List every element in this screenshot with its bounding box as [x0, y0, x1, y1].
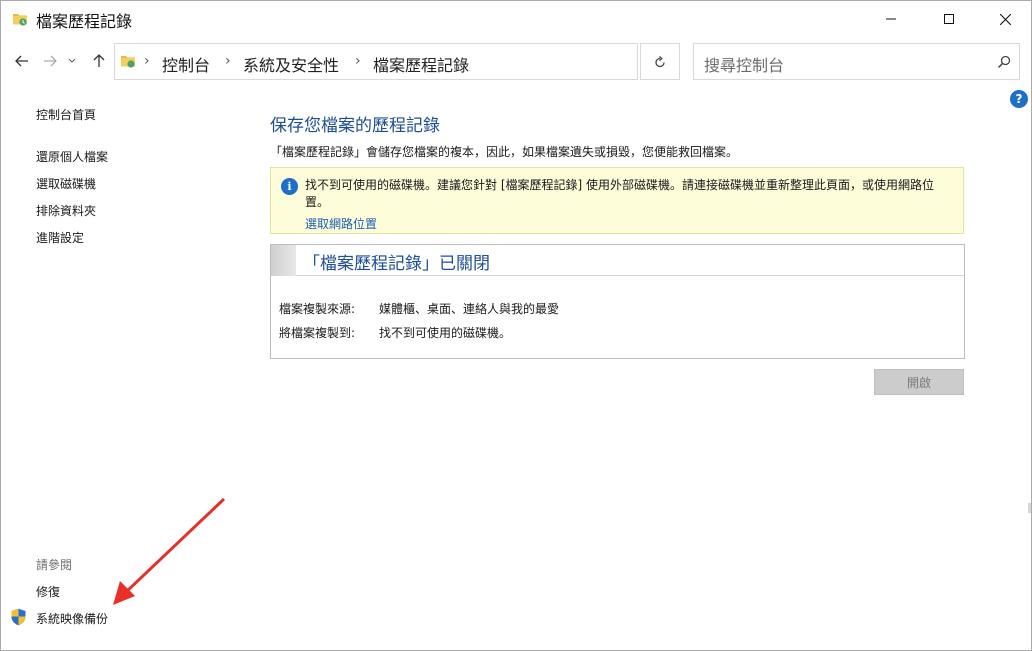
info-bar: i 找不到可使用的磁碟機。建議您針對 [檔案歷程記錄] 使用外部磁碟機。請連接磁… — [270, 167, 964, 234]
resize-grip[interactable] — [1028, 503, 1031, 513]
back-arrow-icon — [15, 55, 28, 67]
file-history-window: 檔案歷程記錄 › 控制台 › 系統及安全性 › 檔案歷程記錄 搜尋控制台 ? 控… — [0, 0, 1032, 651]
select-network-location-link[interactable]: 選取網路位置 — [305, 215, 377, 232]
file-history-icon — [13, 14, 27, 26]
search-placeholder: 搜尋控制台 — [704, 56, 785, 75]
copy-to-label: 將檔案複製到: — [279, 326, 356, 340]
copy-to-value: 找不到可使用的磁碟機。 — [379, 326, 512, 340]
status-panel: 「檔案歷程記錄」已關閉 檔案複製來源: 媒體櫃、桌面、連絡人與我的最愛 將檔案複… — [270, 244, 965, 359]
close-icon — [999, 13, 1011, 25]
status-panel-accent — [271, 245, 296, 276]
refresh-button[interactable] — [640, 43, 680, 80]
copy-from-value: 媒體櫃、桌面、連絡人與我的最愛 — [379, 302, 560, 316]
page-title: 保存您檔案的歷程記錄 — [270, 116, 440, 136]
breadcrumb-separator[interactable]: › — [225, 53, 231, 69]
search-icon[interactable] — [997, 55, 1011, 69]
address-bar[interactable]: › 控制台 › 系統及安全性 › 檔案歷程記錄 — [114, 43, 730, 80]
recent-locations-button[interactable] — [65, 51, 79, 71]
nav-select-drive[interactable]: 選取磁碟機 — [36, 175, 96, 192]
breadcrumb-control-panel[interactable]: 控制台 — [162, 52, 210, 76]
navigation-bar: › 控制台 › 系統及安全性 › 檔案歷程記錄 搜尋控制台 — [1, 41, 1031, 83]
nav-restore-personal-files[interactable]: 還原個人檔案 — [36, 148, 108, 165]
minimize-icon — [886, 18, 896, 20]
status-title: 「檔案歷程記錄」已關閉 — [303, 254, 490, 274]
info-icon: i — [281, 178, 298, 195]
status-panel-header: 「檔案歷程記錄」已關閉 — [271, 245, 964, 276]
breadcrumb-separator[interactable]: › — [355, 53, 361, 69]
nav-recovery[interactable]: 修復 — [36, 583, 60, 600]
close-button[interactable] — [982, 1, 1028, 37]
forward-button[interactable] — [40, 51, 60, 71]
help-button[interactable]: ? — [1010, 90, 1028, 108]
refresh-icon — [655, 56, 665, 68]
back-button[interactable] — [12, 51, 32, 71]
nav-control-panel-home[interactable]: 控制台首頁 — [36, 106, 96, 123]
control-panel-icon — [121, 56, 135, 68]
title-bar: 檔案歷程記錄 — [1, 1, 1031, 37]
forward-arrow-icon — [44, 55, 57, 67]
breadcrumb-separator: › — [144, 53, 150, 69]
page-description: 「檔案歷程記錄」會儲存您檔案的複本，因此，如果檔案遺失或損毀，您便能救回檔案。 — [270, 145, 739, 159]
info-message: 找不到可使用的磁碟機。建議您針對 [檔案歷程記錄] 使用外部磁碟機。請連接磁碟機… — [305, 178, 934, 209]
minimize-button[interactable] — [868, 1, 914, 37]
see-also-heading: 請參閱 — [36, 558, 73, 572]
maximize-icon — [944, 14, 954, 24]
up-arrow-icon — [93, 54, 105, 67]
up-button[interactable] — [89, 51, 109, 71]
turn-on-button[interactable]: 開啟 — [874, 369, 964, 395]
nav-advanced-settings[interactable]: 進階設定 — [36, 229, 84, 246]
search-input[interactable]: 搜尋控制台 — [693, 43, 1020, 80]
chevron-down-icon — [68, 58, 76, 63]
copy-from-label: 檔案複製來源: — [279, 302, 356, 316]
window-title: 檔案歷程記錄 — [36, 12, 133, 31]
breadcrumb-file-history[interactable]: 檔案歷程記錄 — [373, 52, 469, 76]
maximize-button[interactable] — [926, 1, 972, 37]
breadcrumb-system-security[interactable]: 系統及安全性 — [243, 52, 339, 76]
shield-icon — [11, 608, 26, 626]
nav-exclude-folders[interactable]: 排除資料夾 — [36, 202, 96, 219]
nav-system-image-backup[interactable]: 系統映像備份 — [36, 610, 108, 627]
